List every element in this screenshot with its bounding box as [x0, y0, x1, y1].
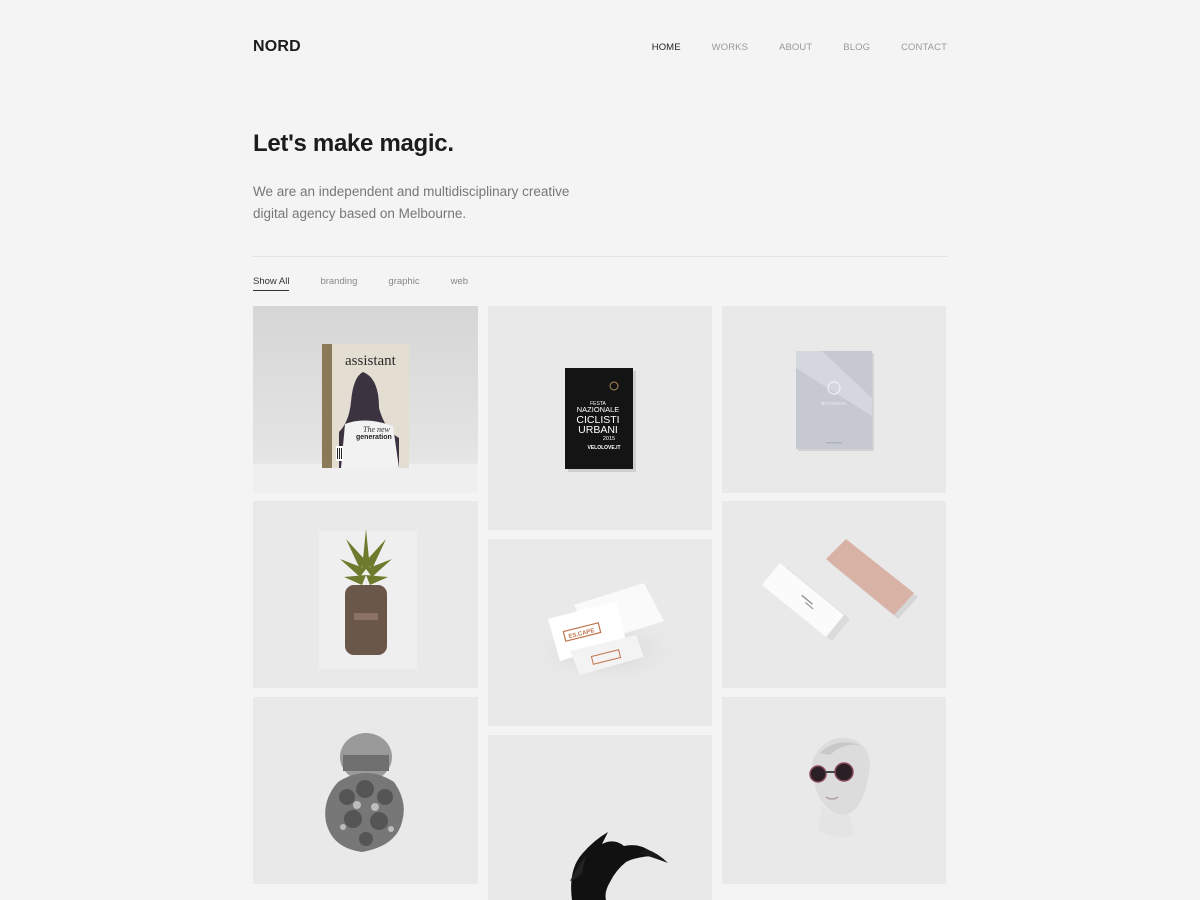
nav-home[interactable]: HOME	[652, 42, 681, 53]
booklet-mockup-image: BOTANICAL	[722, 306, 946, 493]
magazine-line2: generation	[356, 434, 392, 441]
poster-line4: URBANI	[578, 424, 618, 436]
nav-contact[interactable]: CONTACT	[901, 42, 947, 53]
main-nav: HOME WORKS ABOUT BLOG CONTACT	[652, 42, 947, 53]
portfolio-item-pineapple-bottle[interactable]	[253, 501, 478, 688]
portfolio-item-sunglasses-portrait[interactable]	[722, 697, 946, 884]
nav-works[interactable]: WORKS	[712, 42, 748, 53]
ink-splash-image	[488, 735, 712, 900]
poster-line2: NAZIONALE	[577, 405, 620, 414]
portfolio-item-floral-portrait[interactable]	[253, 697, 478, 884]
portfolio-item-ciclisti-poster[interactable]: FESTA NAZIONALE CICLISTI URBANI 2015 VEL…	[488, 306, 712, 530]
pineapple-bottle-image	[253, 501, 478, 688]
portfolio-item-ink-splash[interactable]	[488, 735, 712, 900]
poster-line5: 2015	[603, 436, 615, 442]
pink-cards-image	[722, 501, 946, 688]
nav-blog[interactable]: BLOG	[843, 42, 870, 53]
magazine-title: assistant	[345, 353, 397, 369]
portfolio-item-botanical-booklet[interactable]: BOTANICAL	[722, 306, 946, 493]
magazine-line1: The new	[363, 425, 391, 434]
business-cards-image: ES.CAPE	[488, 539, 712, 726]
filter-show-all[interactable]: Show All	[253, 276, 290, 291]
portfolio-item-escape-cards[interactable]: ES.CAPE	[488, 539, 712, 726]
sunglasses-portrait-image	[722, 697, 946, 884]
poster-mockup-image: FESTA NAZIONALE CICLISTI URBANI 2015 VEL…	[488, 306, 712, 530]
portfolio-filters: Show All branding graphic web	[253, 276, 468, 291]
floral-portrait-image	[253, 697, 478, 884]
filter-branding[interactable]: branding	[320, 276, 357, 291]
site-logo[interactable]: NORD	[253, 38, 301, 56]
nav-about[interactable]: ABOUT	[779, 42, 812, 53]
booklet-brand: BOTANICAL	[821, 401, 847, 406]
magazine-mockup-image: assistant The new generation	[253, 306, 478, 493]
section-divider	[253, 256, 947, 257]
portfolio-item-pink-cards[interactable]	[722, 501, 946, 688]
filter-graphic[interactable]: graphic	[388, 276, 419, 291]
poster-line6: VELOLOVE.IT	[587, 445, 620, 451]
portfolio-item-assistant-magazine[interactable]: assistant The new generation	[253, 306, 478, 493]
hero-subtitle: We are an independent and multidisciplin…	[253, 184, 570, 221]
filter-web[interactable]: web	[451, 276, 468, 291]
hero-title: Let's make magic.	[253, 130, 454, 157]
